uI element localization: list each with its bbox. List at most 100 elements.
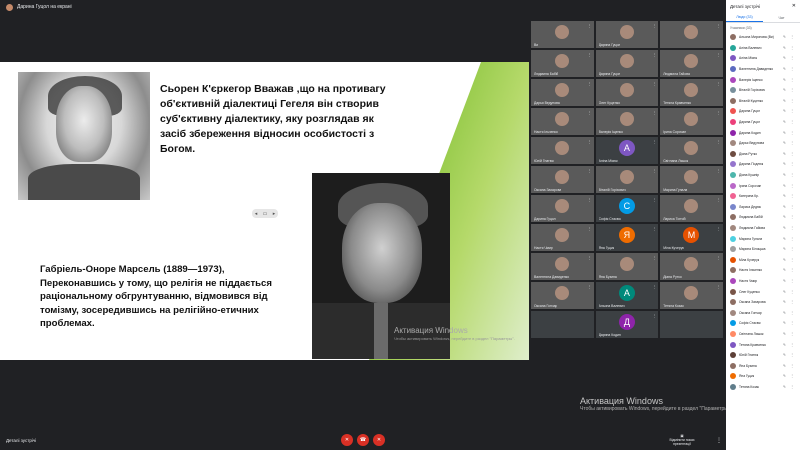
participant-list-item[interactable]: Валерія Іщенко ✎ ⋮: [726, 74, 800, 85]
more-options-icon[interactable]: ⋮: [790, 247, 794, 251]
more-options-icon[interactable]: ⋮: [790, 300, 794, 304]
more-options-icon[interactable]: ⋮: [790, 332, 794, 336]
participant-list-item[interactable]: Марина Білоцька ✎ ⋮: [726, 244, 800, 255]
participant-list-item[interactable]: Настя Ільченко ✎ ⋮: [726, 265, 800, 276]
participant-tile[interactable]: ⋮: [659, 20, 724, 49]
more-options-icon[interactable]: ⋮: [790, 205, 794, 209]
participant-tile[interactable]: ⋮ Оксана Захарова: [530, 165, 595, 194]
participant-tile[interactable]: ⋮ Тетяна Козак: [659, 281, 724, 310]
more-options-icon[interactable]: ⋮: [790, 290, 794, 294]
participant-list-item[interactable]: Віталій Куценко ✎ ⋮: [726, 96, 800, 107]
participant-list-item[interactable]: Настя Чмир ✎ ⋮: [726, 276, 800, 287]
participant-tile[interactable]: ⋮ Людмила Бабій: [530, 49, 595, 78]
participant-list-item[interactable]: Дарина Подлюк ✎ ⋮: [726, 159, 800, 170]
participant-list-item[interactable]: Ірина Сорочан ✎ ⋮: [726, 180, 800, 191]
more-options-icon[interactable]: ⋮: [790, 364, 794, 368]
participant-list-item[interactable]: Віталій Горіхович ✎ ⋮: [726, 85, 800, 96]
participant-list-item[interactable]: Тетяна Кравченко ✎ ⋮: [726, 339, 800, 350]
camera-off-button[interactable]: ✕: [373, 434, 385, 446]
participant-list-item[interactable]: Марина Гупала ✎ ⋮: [726, 233, 800, 244]
participant-tile[interactable]: ⋮ Діана Рутко: [659, 252, 724, 281]
more-options-icon[interactable]: ⋮: [790, 226, 794, 230]
participant-tile[interactable]: М ⋮ Міла Кучерук: [659, 223, 724, 252]
participant-list-item[interactable]: Софія Стасюк ✎ ⋮: [726, 318, 800, 329]
participant-tile[interactable]: ⋮ Олег Куценко: [594, 78, 660, 107]
more-options-icon[interactable]: ⋮: [790, 215, 794, 219]
participant-tile[interactable]: Я ⋮ Яна Гуцик: [594, 223, 660, 252]
prev-slide-icon[interactable]: ◂: [255, 211, 258, 217]
more-options-icon[interactable]: ⋮: [790, 353, 794, 357]
more-options-icon[interactable]: ⋮: [790, 162, 794, 166]
participant-tile[interactable]: [659, 310, 724, 339]
participant-list-item[interactable]: Діана Рутко ✎ ⋮: [726, 149, 800, 160]
slides-icon[interactable]: ▭: [263, 211, 268, 217]
participant-list-item[interactable]: Міла Кучерук ✎ ⋮: [726, 254, 800, 265]
participant-list-item[interactable]: Людмила Бабій ✎ ⋮: [726, 212, 800, 223]
participant-tile[interactable]: ⋮ Оксана Гончар: [530, 281, 595, 310]
participant-tile[interactable]: А ⋮ Аліна Місюк: [594, 136, 660, 165]
more-options-icon[interactable]: ⋮: [790, 385, 794, 389]
participant-tile[interactable]: ⋮ Віталій Горіхович: [594, 165, 660, 194]
more-options-icon[interactable]: ⋮: [790, 88, 794, 92]
participant-list-item[interactable]: Діана Кушнір ✎ ⋮: [726, 170, 800, 181]
participant-list-item[interactable]: Людмила Гайова ✎ ⋮: [726, 223, 800, 234]
more-options-icon[interactable]: ⋮: [790, 78, 794, 82]
end-call-button[interactable]: ☎: [357, 434, 369, 446]
more-options-icon[interactable]: ⋮: [790, 35, 794, 39]
participant-tile[interactable]: ⋮ Світлана Ляшок: [659, 136, 724, 165]
participant-tile[interactable]: ⋮ Настя Чмир: [530, 223, 595, 252]
participant-tile[interactable]: С ⋮ Софія Стасюк: [594, 194, 660, 223]
participant-list-item[interactable]: Яна Гуцик ✎ ⋮: [726, 371, 800, 382]
more-options-icon[interactable]: ⋮: [790, 141, 794, 145]
more-options-icon[interactable]: ⋮: [790, 173, 794, 177]
participant-list-item[interactable]: Дарья Ведунова ✎ ⋮: [726, 138, 800, 149]
more-options-icon[interactable]: ⋮: [790, 99, 794, 103]
more-options-icon[interactable]: ⋮: [790, 194, 794, 198]
participant-tile[interactable]: ⋮ Яна Бузина: [594, 252, 660, 281]
participant-list-item[interactable]: Світлана Ляшок ✎ ⋮: [726, 329, 800, 340]
more-options-icon[interactable]: ⋮: [790, 343, 794, 347]
mic-off-button[interactable]: ✕: [341, 434, 353, 446]
participant-list-item[interactable]: Дарина Гуцол ✎ ⋮: [726, 117, 800, 128]
participant-tile[interactable]: ⋮ Дарина Гуцол: [530, 194, 595, 223]
participant-tile[interactable]: А ⋮ Альона Валевич: [594, 281, 660, 310]
more-options-icon[interactable]: ⋮: [790, 46, 794, 50]
more-options-icon[interactable]: ⋮: [790, 152, 794, 156]
participant-tile[interactable]: ⋮ Валентина Давиденко: [530, 252, 595, 281]
tab-people[interactable]: Люди (33): [726, 13, 763, 22]
more-options-icon[interactable]: ⋮: [790, 321, 794, 325]
more-options-icon[interactable]: ⋮: [790, 67, 794, 71]
more-options-icon[interactable]: ⋮: [790, 56, 794, 60]
participant-tile[interactable]: ⋮ Настя Ільченко: [530, 107, 595, 136]
participant-list-item[interactable]: Юлій Гнатюк ✎ ⋮: [726, 350, 800, 361]
more-options-icon[interactable]: ⋮: [790, 131, 794, 135]
more-options-icon[interactable]: ⋮: [790, 120, 794, 124]
participant-list-item[interactable]: Оксана Захарова ✎ ⋮: [726, 297, 800, 308]
participant-tile[interactable]: ⋮ Дарина Гуцол: [594, 49, 660, 78]
tab-chat[interactable]: Чат: [763, 13, 800, 22]
participant-tile[interactable]: ⋮ Дарья Ведунова: [530, 78, 595, 107]
participant-list-item[interactable]: Тетяна Козак ✎ ⋮: [726, 382, 800, 393]
participant-tile[interactable]: ⋮ Ви: [530, 20, 595, 49]
participant-list-item[interactable]: Аліна Місюк ✎ ⋮: [726, 53, 800, 64]
more-options-icon[interactable]: ⋮: [716, 437, 722, 444]
participant-list-item[interactable]: Аліна Валевич ✎ ⋮: [726, 43, 800, 54]
more-options-icon[interactable]: ⋮: [790, 374, 794, 378]
participant-tile[interactable]: ⋮ Дарина Гуцол: [594, 20, 660, 49]
meeting-details-button[interactable]: Деталі зустрічі: [6, 438, 36, 443]
slide-controls[interactable]: ◂ ▭ ▸: [252, 209, 278, 218]
participant-tile[interactable]: ⋮ Лариса Топчій: [659, 194, 724, 223]
more-options-icon[interactable]: ⋮: [790, 279, 794, 283]
close-icon[interactable]: ✕: [792, 3, 796, 9]
participant-list-item[interactable]: Альона Миронова (Ви) ✎ ⋮: [726, 32, 800, 43]
more-options-icon[interactable]: ⋮: [790, 311, 794, 315]
participant-tile[interactable]: ⋮ Тетяна Кравченко: [659, 78, 724, 107]
participant-tile[interactable]: ⋮ Ірина Сорочан: [659, 107, 724, 136]
next-slide-icon[interactable]: ▸: [273, 211, 276, 217]
participant-tile[interactable]: ⋮ Юлій Гнатюк: [530, 136, 595, 165]
participant-tile[interactable]: ⋮ Людмила Гайова: [659, 49, 724, 78]
participant-tile[interactable]: ⋮ Марина Гупала: [659, 165, 724, 194]
participant-tile[interactable]: ⋮ Валерія Іщенко: [594, 107, 660, 136]
participant-list-item[interactable]: Катерина Кр. ✎ ⋮: [726, 191, 800, 202]
participant-tile[interactable]: [530, 310, 595, 339]
